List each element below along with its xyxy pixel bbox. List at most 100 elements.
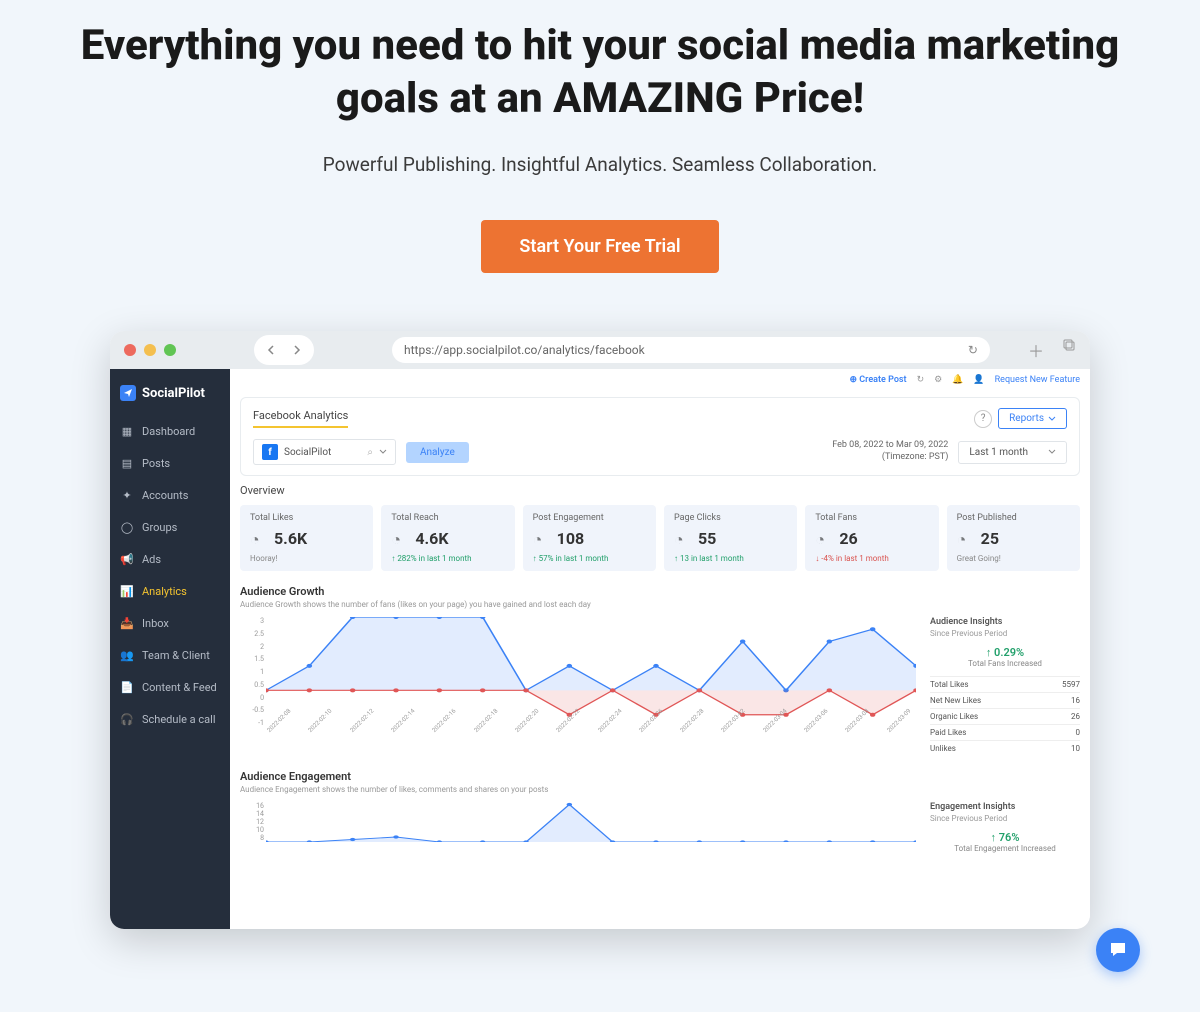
- audience-insights: Audience Insights Since Previous Period …: [930, 617, 1080, 756]
- notification-icon[interactable]: 🔔: [952, 375, 963, 385]
- chat-fab[interactable]: [1096, 928, 1140, 972]
- sidebar-item-label: Dashboard: [142, 425, 195, 438]
- help-icon[interactable]: ?: [974, 410, 992, 428]
- content-icon: 📄: [120, 680, 134, 694]
- hero-headline: Everything you need to hit your social m…: [40, 20, 1160, 125]
- card-sub: ↑ 13 in last 1 month: [674, 554, 787, 563]
- grid-icon: ▦: [120, 424, 134, 438]
- request-feature-link[interactable]: Request New Feature: [995, 375, 1080, 385]
- card-sub: ↑ 57% in last 1 month: [533, 554, 646, 563]
- metric-card-post-published: Post Published ◔ 25 Great Going!: [947, 505, 1080, 571]
- engagement-title: Audience Engagement: [240, 770, 1080, 783]
- ads-icon: 📢: [120, 552, 134, 566]
- analytics-icon: 📊: [120, 584, 134, 598]
- engagement-insights: Engagement Insights Since Previous Perio…: [930, 802, 1080, 862]
- minimize-window-icon[interactable]: [144, 344, 156, 356]
- metric-icon: ◔: [533, 530, 551, 548]
- card-sub: Great Going!: [957, 554, 1070, 563]
- close-window-icon[interactable]: [124, 344, 136, 356]
- forward-button[interactable]: [284, 339, 310, 361]
- metric-card-total-reach: Total Reach ◔ 4.6K ↑ 282% in last 1 month: [381, 505, 514, 571]
- card-value: 4.6K: [415, 529, 448, 548]
- back-button[interactable]: [258, 339, 284, 361]
- insight-row: Net New Likes16: [930, 692, 1080, 708]
- overview-title: Overview: [240, 484, 1080, 497]
- date-range-text: Feb 08, 2022 to Mar 09, 2022 (Timezone: …: [832, 440, 948, 463]
- chevron-down-icon: [379, 448, 387, 456]
- sidebar-item-schedule-a-call[interactable]: 🎧 Schedule a call: [110, 703, 230, 735]
- tabs-icon[interactable]: [1062, 338, 1076, 362]
- sidebar-item-label: Groups: [142, 521, 177, 534]
- start-trial-button[interactable]: Start Your Free Trial: [481, 220, 718, 273]
- brand-name: SocialPilot: [142, 386, 205, 401]
- growth-chart: 32.521.510.50-0.5-1 2022-02-082022-02-10…: [240, 617, 916, 747]
- period-selector[interactable]: Last 1 month: [958, 441, 1067, 464]
- metric-icon: ◔: [674, 530, 692, 548]
- card-label: Page Clicks: [674, 513, 787, 523]
- sidebar-item-label: Team & Client: [142, 649, 210, 662]
- sidebar-item-analytics[interactable]: 📊 Analytics: [110, 575, 230, 607]
- new-tab-icon[interactable]: ＋: [1028, 338, 1044, 362]
- insight-row: Paid Likes0: [930, 724, 1080, 740]
- groups-icon: ◯: [120, 520, 134, 534]
- sidebar-item-label: Schedule a call: [142, 713, 216, 726]
- facebook-icon: f: [262, 444, 278, 460]
- card-value: 26: [839, 529, 857, 548]
- metric-card-total-fans: Total Fans ◔26 ↓ -4% in last 1 month: [805, 505, 938, 571]
- card-value: 108: [557, 529, 585, 548]
- sidebar-item-accounts[interactable]: ✦Accounts: [110, 479, 230, 511]
- sidebar: SocialPilot ▦ Dashboard ▤Posts✦Accounts ◯ Gr…: [110, 369, 230, 929]
- refresh-icon[interactable]: ↻: [968, 343, 978, 357]
- card-label: Post Engagement: [533, 513, 646, 523]
- sidebar-item-label: Ads: [142, 553, 161, 566]
- inbox-icon: 📥: [120, 616, 134, 630]
- card-label: Post Published: [957, 513, 1070, 523]
- metric-icon: ◔: [250, 530, 268, 548]
- sidebar-item-ads[interactable]: 📢 Ads: [110, 543, 230, 575]
- brand-logo[interactable]: SocialPilot: [110, 377, 230, 415]
- metric-icon: ◔: [957, 530, 975, 548]
- refresh-icon[interactable]: ↻: [917, 375, 925, 385]
- sidebar-item-inbox[interactable]: 📥Inbox: [110, 607, 230, 639]
- sidebar-item-posts[interactable]: ▤Posts: [110, 447, 230, 479]
- settings-icon[interactable]: ⚙: [934, 375, 942, 385]
- analyze-button[interactable]: Analyze: [406, 442, 469, 463]
- browser-titlebar: https://app.socialpilot.co/analytics/fac…: [110, 331, 1090, 369]
- account-selector[interactable]: f SocialPilot ⌕: [253, 439, 396, 465]
- url-bar[interactable]: https://app.socialpilot.co/analytics/fac…: [392, 337, 990, 363]
- engagement-desc: Audience Engagement shows the number of …: [240, 785, 1080, 794]
- sidebar-item-team-client[interactable]: 👥 Team & Client: [110, 639, 230, 671]
- engagement-increase-stat: ↑ 76%: [930, 831, 1080, 844]
- card-label: Total Reach: [391, 513, 504, 523]
- url-text: https://app.socialpilot.co/analytics/fac…: [404, 343, 645, 357]
- call-icon: 🎧: [120, 712, 134, 726]
- browser-window: https://app.socialpilot.co/analytics/fac…: [110, 331, 1090, 929]
- logo-icon: [120, 385, 136, 401]
- growth-desc: Audience Growth shows the number of fans…: [240, 600, 1080, 609]
- posts-icon: ▤: [120, 456, 134, 470]
- maximize-window-icon[interactable]: [164, 344, 176, 356]
- sidebar-item-groups[interactable]: ◯ Groups: [110, 511, 230, 543]
- sidebar-item-label: Analytics: [142, 585, 187, 598]
- card-value: 25: [981, 529, 999, 548]
- sidebar-item-content-feed[interactable]: 📄Content & Feed: [110, 671, 230, 703]
- hero-subhead: Powerful Publishing. Insightful Analytic…: [40, 153, 1160, 176]
- search-icon: ⌕: [367, 447, 373, 458]
- metric-icon: ◔: [815, 530, 833, 548]
- card-sub: ↑ 282% in last 1 month: [391, 554, 504, 563]
- create-post-link[interactable]: ⊕ Create Post: [850, 375, 907, 385]
- chevron-down-icon: [1048, 448, 1056, 456]
- reports-button[interactable]: Reports: [998, 408, 1067, 429]
- accounts-icon: ✦: [120, 488, 134, 502]
- team-icon: 👥: [120, 648, 134, 662]
- sidebar-item-dashboard[interactable]: ▦ Dashboard: [110, 415, 230, 447]
- user-icon[interactable]: 👤: [973, 375, 984, 385]
- engagement-chart: 161412108: [240, 802, 916, 862]
- growth-title: Audience Growth: [240, 585, 1080, 598]
- card-value: 55: [698, 529, 716, 548]
- metric-icon: ◔: [391, 530, 409, 548]
- metric-card-total-likes: Total Likes ◔5.6K Hooray!: [240, 505, 373, 571]
- metric-card-post-engagement: Post Engagement ◔ 108 ↑ 57% in last 1 mon…: [523, 505, 656, 571]
- metric-card-page-clicks: Page Clicks ◔ 55 ↑ 13 in last 1 month: [664, 505, 797, 571]
- main-content: ⊕ Create Post ↻ ⚙ 🔔 👤 Request New Featur…: [230, 369, 1090, 929]
